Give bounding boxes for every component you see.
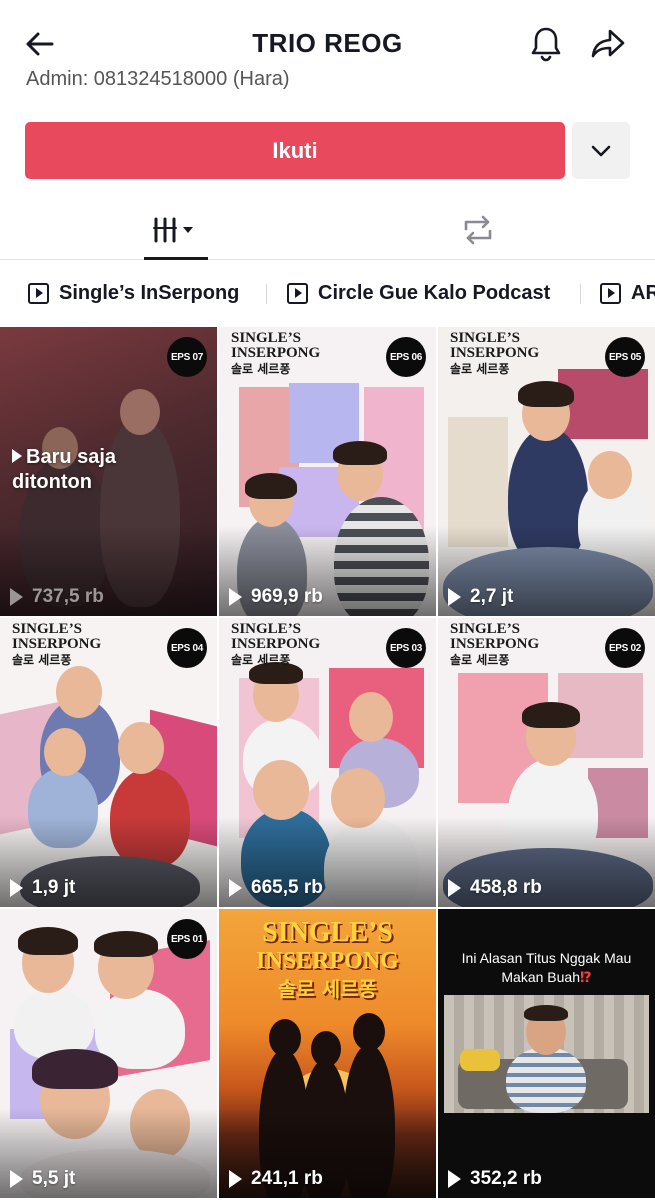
play-indicator-icon xyxy=(12,449,22,463)
pillow xyxy=(460,1049,500,1071)
thumbnail-figure xyxy=(120,389,160,435)
video-thumbnail[interactable]: SINGLE’S INSERPONG 솔로 세르퐁 EPS 04 1,9 jt xyxy=(0,618,217,907)
thumbnail-figure xyxy=(118,722,164,774)
thumbnail-figure xyxy=(44,728,86,776)
video-thumbnail[interactable]: EPS 01 5,5 jt xyxy=(0,909,217,1198)
video-thumbnail[interactable]: SINGLE’S INSERPONG 솔로 세르퐁 241,1 rb xyxy=(219,909,436,1198)
view-count: 969,9 rb xyxy=(229,586,323,608)
recently-watched-label: Baru saja ditonton xyxy=(12,446,117,493)
playlist-label: AR xyxy=(631,281,655,304)
play-icon xyxy=(10,879,23,897)
episode-badge: EPS 03 xyxy=(386,628,426,668)
view-count: 1,9 jt xyxy=(10,877,75,899)
share-arrow-icon xyxy=(591,29,625,58)
show-logo: SINGLE’S INSERPONG 솔로 세르퐁 xyxy=(450,621,540,668)
profile-tabs xyxy=(0,200,655,260)
more-options-button[interactable] xyxy=(572,122,630,179)
thumbnail-figure xyxy=(18,927,78,955)
thumbnail-figure xyxy=(522,702,580,728)
show-logo: SINGLE’S INSERPONG 솔로 세르퐁 xyxy=(450,330,540,377)
video-thumbnail[interactable]: SINGLE’S INSERPONG 솔로 세르퐁 EPS 06 969,9 rb xyxy=(219,327,436,616)
episode-badge: EPS 01 xyxy=(167,919,207,959)
play-square-icon xyxy=(28,282,49,304)
video-thumbnail[interactable]: EPS 07 Baru saja ditonton 737,5 rb xyxy=(0,327,217,616)
play-icon xyxy=(448,879,461,897)
episode-badge: EPS 04 xyxy=(167,628,207,668)
thumbnail-figure xyxy=(349,692,393,742)
show-logo: SINGLE’S INSERPONG 솔로 세르퐁 xyxy=(231,621,321,668)
playlist-divider xyxy=(266,284,267,304)
play-icon xyxy=(229,1170,242,1188)
view-count: 737,5 rb xyxy=(10,586,104,608)
view-count: 5,5 jt xyxy=(10,1168,75,1190)
bio-text: Admin: 081324518000 (Hara) xyxy=(26,68,290,90)
grid-bars-icon xyxy=(153,217,193,243)
view-count: 665,5 rb xyxy=(229,877,323,899)
tab-reposts[interactable] xyxy=(456,200,500,260)
thumbnail-figure xyxy=(245,473,297,499)
video-thumbnail[interactable]: SINGLE’S INSERPONG 솔로 세르퐁 EPS 05 2,7 jt xyxy=(438,327,655,616)
show-logo: SINGLE’S INSERPONG 솔로 세르퐁 xyxy=(12,621,102,668)
thumbnail-figure xyxy=(269,1019,301,1057)
playlist-ar[interactable]: AR xyxy=(600,280,655,306)
thumbnail-figure xyxy=(32,1049,118,1089)
video-thumbnail[interactable]: SINGLE’S INSERPONG 솔로 세르퐁 EPS 03 665,5 rb xyxy=(219,618,436,907)
video-thumbnail[interactable]: SINGLE’S INSERPONG 솔로 세르퐁 EPS 02 458,8 rb xyxy=(438,618,655,907)
play-square-icon xyxy=(287,282,308,304)
playlist-singles-inserpong[interactable]: Single’s InSerpong xyxy=(28,280,239,306)
playlist-label: Circle Gue Kalo Podcast xyxy=(318,281,551,304)
episode-badge: EPS 07 xyxy=(167,337,207,377)
playlist-divider xyxy=(580,284,581,304)
video-caption: Ini Alasan Titus Nggak Mau Makan Buah⁉ xyxy=(461,950,632,985)
episode-badge: EPS 05 xyxy=(605,337,645,377)
thumbnail-figure xyxy=(353,1013,385,1051)
follow-button[interactable]: Ikuti xyxy=(25,122,565,179)
thumbnail-figure xyxy=(311,1031,341,1067)
share-button[interactable] xyxy=(588,24,628,64)
poster-title: SINGLE’S INSERPONG 솔로 세르퐁 xyxy=(256,917,399,1002)
tab-videos[interactable] xyxy=(144,200,208,260)
thumbnail-panel xyxy=(558,369,648,439)
view-count: 458,8 rb xyxy=(448,877,542,899)
thumbnail-figure xyxy=(506,1047,586,1113)
play-icon xyxy=(229,879,242,897)
play-icon xyxy=(10,588,23,606)
active-tab-indicator xyxy=(144,257,208,260)
notifications-button[interactable] xyxy=(526,24,566,64)
thumbnail-figure xyxy=(518,381,574,407)
thumbnail-figure xyxy=(588,451,632,499)
profile-header: TRIO REOG Admin: 081324518000 (Hara) xyxy=(0,0,655,92)
play-square-icon xyxy=(600,282,621,304)
thumbnail-figure xyxy=(94,931,158,957)
view-count: 241,1 rb xyxy=(229,1168,323,1190)
show-logo: SINGLE’S INSERPONG 솔로 세르퐁 xyxy=(231,330,321,377)
playlist-label: Single’s InSerpong xyxy=(59,281,240,304)
repost-icon xyxy=(464,215,492,245)
thumbnail-figure xyxy=(333,441,387,465)
playlist-circle-gue-kalo-podcast[interactable]: Circle Gue Kalo Podcast xyxy=(287,280,550,306)
view-count: 2,7 jt xyxy=(448,586,513,608)
episode-badge: EPS 02 xyxy=(605,628,645,668)
play-icon xyxy=(448,588,461,606)
video-thumbnail[interactable]: Ini Alasan Titus Nggak Mau Makan Buah⁉ 3… xyxy=(438,909,655,1198)
playlist-row: Single’s InSerpong Circle Gue Kalo Podca… xyxy=(0,268,655,316)
episode-badge: EPS 06 xyxy=(386,337,426,377)
thumbnail-figure xyxy=(524,1005,568,1021)
chevron-down-icon xyxy=(591,145,611,156)
play-icon xyxy=(448,1170,461,1188)
bell-icon xyxy=(531,27,561,62)
thumbnail-figure xyxy=(56,666,102,718)
thumbnail-figure xyxy=(253,760,309,820)
view-count: 352,2 rb xyxy=(448,1168,542,1190)
play-icon xyxy=(229,588,242,606)
play-icon xyxy=(10,1170,23,1188)
